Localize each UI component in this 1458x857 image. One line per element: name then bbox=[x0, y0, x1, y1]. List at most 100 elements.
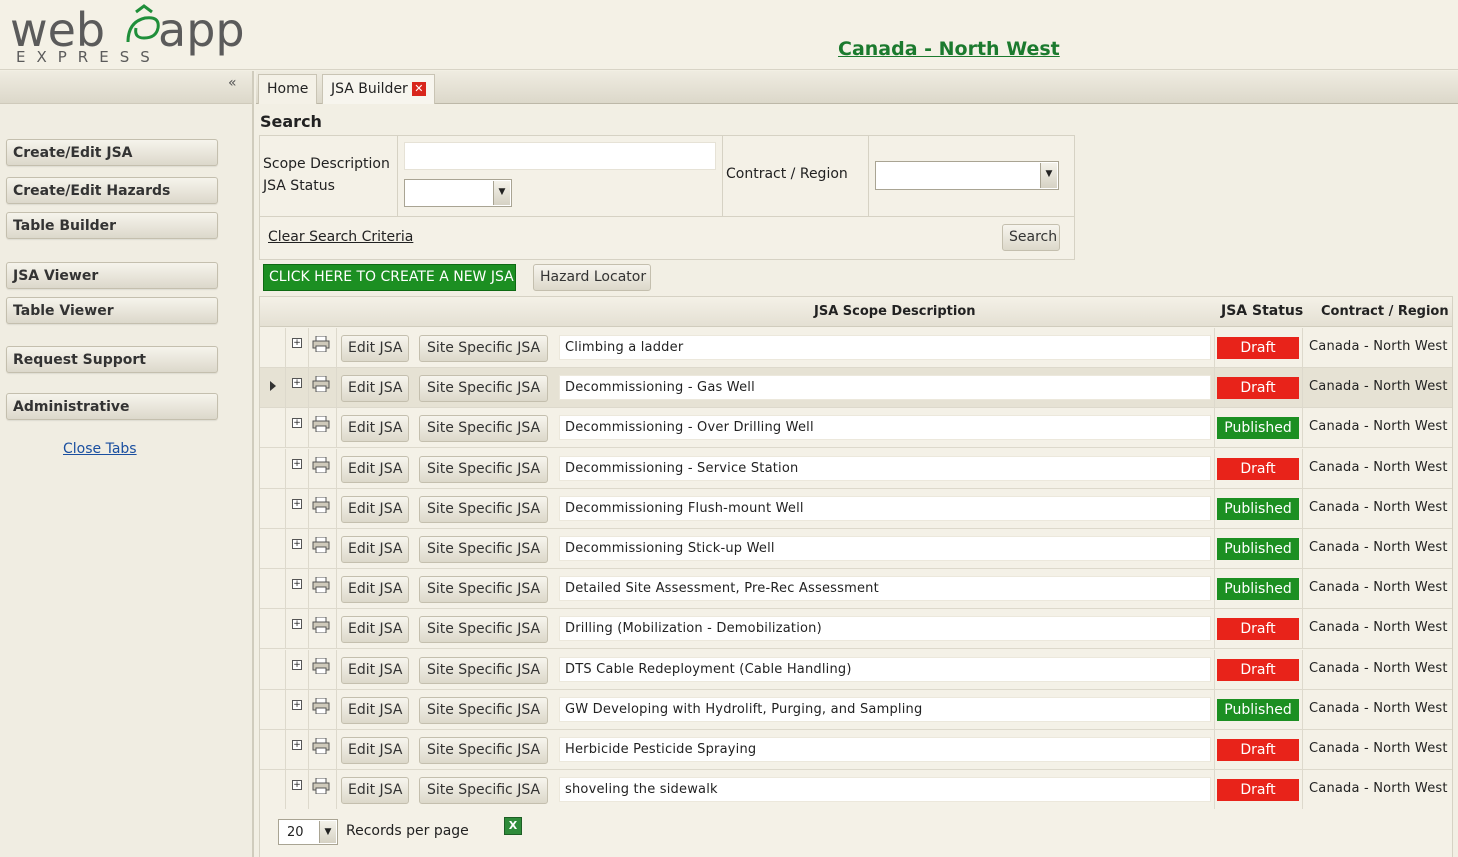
tab-home-label: Home bbox=[267, 81, 309, 97]
jsa-scope-description: Drilling (Mobilization - Demobilization) bbox=[559, 616, 1211, 642]
cell-divider bbox=[336, 529, 337, 569]
sidebar-item-request-support[interactable]: Request Support bbox=[6, 346, 218, 373]
column-header-status[interactable]: JSA Status bbox=[1221, 303, 1303, 319]
tab-home[interactable]: Home bbox=[258, 74, 318, 104]
table-row[interactable]: + Edit JSA Site Specific JSA Decommissionin… bbox=[260, 488, 1452, 529]
site-specific-jsa-button[interactable]: Site Specific JSA bbox=[419, 737, 548, 764]
clear-search-link[interactable]: Clear Search Criteria bbox=[268, 229, 413, 245]
edit-jsa-button[interactable]: Edit JSA bbox=[341, 696, 409, 724]
jsa-status-select[interactable]: ▼ bbox=[404, 179, 512, 207]
edit-jsa-button[interactable]: Edit JSA bbox=[341, 335, 409, 362]
column-header-region[interactable]: Contract / Region bbox=[1321, 304, 1449, 319]
search-title: Search bbox=[260, 112, 322, 131]
divider bbox=[868, 136, 869, 216]
site-specific-jsa-button[interactable]: Site Specific JSA bbox=[419, 455, 548, 483]
expand-icon[interactable]: + bbox=[292, 338, 302, 348]
table-row[interactable]: + Edit JSA Site Specific JSA Decommissionin… bbox=[260, 448, 1452, 489]
search-button[interactable]: Search bbox=[1002, 224, 1060, 251]
site-specific-jsa-button[interactable]: Site Specific JSA bbox=[419, 335, 548, 362]
hazard-locator-button[interactable]: Hazard Locator bbox=[533, 264, 651, 291]
print-icon[interactable] bbox=[312, 416, 330, 433]
sidebar-item-table-viewer[interactable]: Table Viewer bbox=[6, 297, 218, 324]
edit-jsa-button[interactable]: Edit JSA bbox=[341, 495, 409, 523]
contract-region-cell: Canada - North West bbox=[1309, 781, 1448, 797]
tab-jsa-builder[interactable]: JSA Builder ✕ bbox=[322, 74, 435, 104]
print-icon[interactable] bbox=[312, 778, 330, 795]
sidebar-item-create-edit-hazards[interactable]: Create/Edit Hazards bbox=[6, 177, 218, 204]
edit-jsa-button[interactable]: Edit JSA bbox=[341, 415, 409, 443]
contract-region-select[interactable]: ▼ bbox=[875, 161, 1059, 190]
table-row[interactable]: + Edit JSA Site Specific JSA Climbing a lad… bbox=[260, 328, 1452, 368]
edit-jsa-button[interactable]: Edit JSA bbox=[341, 455, 409, 483]
edit-jsa-button[interactable]: Edit JSA bbox=[341, 616, 409, 644]
expand-icon[interactable]: + bbox=[292, 699, 302, 710]
expand-icon[interactable]: + bbox=[292, 780, 302, 791]
cell-divider bbox=[308, 649, 309, 690]
print-icon[interactable] bbox=[312, 738, 330, 754]
site-specific-jsa-button[interactable]: Site Specific JSA bbox=[419, 777, 548, 805]
sidebar-item-jsa-viewer[interactable]: JSA Viewer bbox=[6, 262, 218, 289]
print-icon[interactable] bbox=[312, 336, 330, 352]
jsa-scope-description: Detailed Site Assessment, Pre-Rec Assess… bbox=[559, 576, 1211, 602]
site-specific-jsa-button[interactable]: Site Specific JSA bbox=[419, 415, 548, 443]
print-icon[interactable] bbox=[312, 657, 330, 674]
edit-jsa-button[interactable]: Edit JSA bbox=[341, 576, 409, 604]
site-specific-jsa-button[interactable]: Site Specific JSA bbox=[419, 616, 548, 644]
site-specific-jsa-button[interactable]: Site Specific JSA bbox=[419, 576, 548, 604]
edit-jsa-button[interactable]: Edit JSA bbox=[341, 777, 409, 805]
print-icon[interactable] bbox=[312, 577, 330, 594]
table-row[interactable]: + Edit JSA Site Specific JSA DTS Cable Rede… bbox=[260, 649, 1452, 690]
collapse-sidebar-icon[interactable]: « bbox=[228, 75, 237, 91]
create-new-jsa-button[interactable]: CLICK HERE TO CREATE A NEW JSA bbox=[263, 264, 516, 291]
contract-region-cell: Canada - North West bbox=[1309, 580, 1448, 596]
edit-jsa-button[interactable]: Edit JSA bbox=[341, 536, 409, 563]
site-specific-jsa-button[interactable]: Site Specific JSA bbox=[419, 656, 548, 684]
table-row[interactable]: + Edit JSA Site Specific JSA Decommissionin… bbox=[260, 529, 1452, 569]
excel-export-icon[interactable]: X bbox=[504, 817, 522, 835]
print-icon[interactable] bbox=[312, 376, 330, 393]
status-badge: Published bbox=[1217, 578, 1299, 601]
expand-icon[interactable]: + bbox=[292, 619, 302, 630]
region-title[interactable]: Canada - North West bbox=[838, 38, 1060, 60]
sidebar-item-create-edit-jsa[interactable]: Create/Edit JSA bbox=[6, 139, 218, 166]
sidebar-item-table-builder[interactable]: Table Builder bbox=[6, 212, 218, 239]
edit-jsa-button[interactable]: Edit JSA bbox=[341, 375, 409, 403]
edit-jsa-button[interactable]: Edit JSA bbox=[341, 737, 409, 764]
site-specific-jsa-button[interactable]: Site Specific JSA bbox=[419, 536, 548, 563]
expand-icon[interactable]: + bbox=[292, 378, 302, 389]
expand-icon[interactable]: + bbox=[292, 659, 302, 670]
table-row[interactable]: + Edit JSA Site Specific JSA shoveling the … bbox=[260, 770, 1452, 811]
expand-icon[interactable]: + bbox=[292, 539, 302, 549]
expand-icon[interactable]: + bbox=[292, 498, 302, 509]
page-size-select[interactable]: 20 ▼ bbox=[278, 819, 338, 845]
print-icon[interactable] bbox=[312, 697, 330, 714]
jsa-scope-description: Decommissioning - Over Drilling Well bbox=[559, 415, 1211, 441]
scope-description-input[interactable] bbox=[404, 142, 716, 170]
logo[interactable]: web app EXPRESS bbox=[10, 3, 255, 66]
expand-icon[interactable]: + bbox=[292, 418, 302, 429]
print-icon[interactable] bbox=[312, 456, 330, 473]
cell-divider bbox=[336, 408, 337, 449]
print-icon[interactable] bbox=[312, 537, 330, 553]
expand-icon[interactable]: + bbox=[292, 740, 302, 750]
table-row[interactable]: + Edit JSA Site Specific JSA Herbicide Pest… bbox=[260, 730, 1452, 770]
table-row[interactable]: + Edit JSA Site Specific JSA Decommissionin… bbox=[260, 408, 1452, 449]
contract-region-label: Contract / Region bbox=[726, 166, 848, 182]
table-row[interactable]: + Edit JSA Site Specific JSA Decommissionin… bbox=[260, 368, 1452, 409]
edit-jsa-button[interactable]: Edit JSA bbox=[341, 656, 409, 684]
site-specific-jsa-button[interactable]: Site Specific JSA bbox=[419, 495, 548, 523]
print-icon[interactable] bbox=[312, 617, 330, 634]
close-tabs-link[interactable]: Close Tabs bbox=[63, 441, 137, 457]
column-header-description[interactable]: JSA Scope Description bbox=[814, 304, 976, 319]
table-row[interactable]: + Edit JSA Site Specific JSA Detailed Site … bbox=[260, 569, 1452, 610]
expand-icon[interactable]: + bbox=[292, 579, 302, 590]
table-row[interactable]: + Edit JSA Site Specific JSA Drilling (Mobi… bbox=[260, 609, 1452, 650]
site-specific-jsa-button[interactable]: Site Specific JSA bbox=[419, 375, 548, 403]
site-specific-jsa-button[interactable]: Site Specific JSA bbox=[419, 696, 548, 724]
sidebar-item-administrative[interactable]: Administrative bbox=[6, 393, 218, 420]
expand-icon[interactable]: + bbox=[292, 458, 302, 469]
table-row[interactable]: + Edit JSA Site Specific JSA GW Developing … bbox=[260, 689, 1452, 730]
print-icon[interactable] bbox=[312, 496, 330, 513]
close-icon[interactable]: ✕ bbox=[411, 82, 426, 96]
cell-divider bbox=[285, 609, 286, 650]
